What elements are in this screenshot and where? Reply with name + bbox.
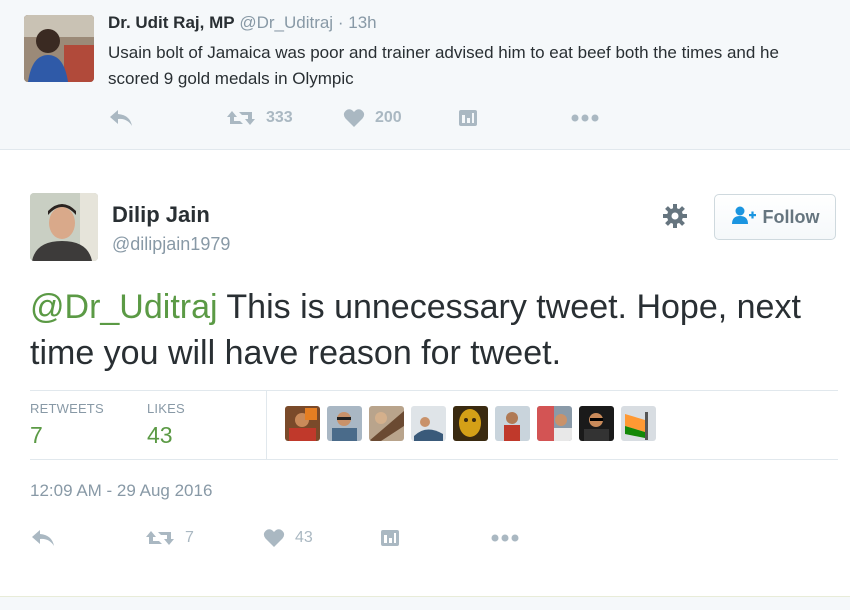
reply-icon xyxy=(108,108,134,128)
retweet-count: 7 xyxy=(185,529,194,546)
author-name[interactable]: Dilip Jain xyxy=(112,202,210,228)
mention-link[interactable]: @Dr_Uditraj xyxy=(30,288,218,326)
tweet-text: @Dr_Uditraj This is unnecessary tweet. H… xyxy=(30,284,830,376)
parent-tweet[interactable]: Dr. Udit Raj, MP @Dr_Uditraj · 13h Usain… xyxy=(0,0,850,150)
reply-icon xyxy=(30,528,56,548)
analytics-icon xyxy=(458,109,478,127)
tweet-timestamp[interactable]: 12:09 AM - 29 Aug 2016 xyxy=(30,481,212,501)
liker-avatar[interactable] xyxy=(285,406,320,441)
retweets-label: RETWEETS xyxy=(30,401,104,416)
parent-actions: 333 200 xyxy=(108,104,628,132)
likes-stat[interactable]: LIKES 43 xyxy=(147,401,185,449)
more-icon xyxy=(570,113,600,123)
more-button[interactable] xyxy=(570,104,600,132)
stats-divider xyxy=(266,391,267,459)
likes-label: LIKES xyxy=(147,401,185,416)
like-count: 200 xyxy=(375,109,402,126)
parent-tweet-text: Usain bolt of Jamaica was poor and train… xyxy=(108,43,779,88)
author-handle[interactable]: @dilipjain1979 xyxy=(112,234,230,255)
heart-icon xyxy=(263,528,285,548)
heart-icon xyxy=(343,108,365,128)
author-avatar[interactable] xyxy=(30,193,98,261)
liker-avatar[interactable] xyxy=(369,406,404,441)
add-user-icon xyxy=(731,205,757,230)
retweet-button[interactable]: 333 xyxy=(226,104,293,132)
liker-avatar[interactable] xyxy=(579,406,614,441)
liker-avatar[interactable] xyxy=(453,406,488,441)
liker-avatar[interactable] xyxy=(327,406,362,441)
settings-button[interactable] xyxy=(660,203,690,233)
like-count: 43 xyxy=(295,529,313,546)
more-button[interactable] xyxy=(490,524,520,552)
likes-value: 43 xyxy=(147,422,173,448)
retweet-button[interactable]: 7 xyxy=(145,524,194,552)
liker-avatar[interactable] xyxy=(495,406,530,441)
follow-label: Follow xyxy=(762,206,820,227)
analytics-icon xyxy=(380,529,400,547)
parent-author-handle[interactable]: @Dr_Uditraj xyxy=(239,13,333,32)
parent-avatar[interactable] xyxy=(24,15,94,82)
liker-avatar[interactable] xyxy=(621,406,656,441)
parent-meta: Dr. Udit Raj, MP @Dr_Uditraj · 13h xyxy=(108,13,377,33)
analytics-button[interactable] xyxy=(458,104,478,132)
meta-separator: · xyxy=(337,13,344,32)
reply-button[interactable] xyxy=(108,104,134,132)
parent-author-name[interactable]: Dr. Udit Raj, MP xyxy=(108,13,235,32)
liker-avatars xyxy=(285,406,656,444)
retweets-value: 7 xyxy=(30,422,43,448)
follow-button[interactable]: Follow xyxy=(714,194,836,240)
retweet-icon xyxy=(145,528,175,548)
footer-strip xyxy=(0,596,850,610)
more-icon xyxy=(490,533,520,543)
like-button[interactable]: 43 xyxy=(263,524,313,552)
parent-time[interactable]: 13h xyxy=(348,13,376,32)
liker-avatar[interactable] xyxy=(411,406,446,441)
tweet-stats: RETWEETS 7 LIKES 43 xyxy=(30,390,838,460)
retweet-icon xyxy=(226,108,256,128)
retweet-count: 333 xyxy=(266,109,293,126)
analytics-button[interactable] xyxy=(380,524,400,552)
tweet-actions: 7 43 xyxy=(30,524,550,552)
like-button[interactable]: 200 xyxy=(343,104,402,132)
liker-avatar[interactable] xyxy=(537,406,572,441)
reply-button[interactable] xyxy=(30,524,56,552)
retweets-stat[interactable]: RETWEETS 7 xyxy=(30,401,104,449)
gear-icon xyxy=(661,202,689,235)
